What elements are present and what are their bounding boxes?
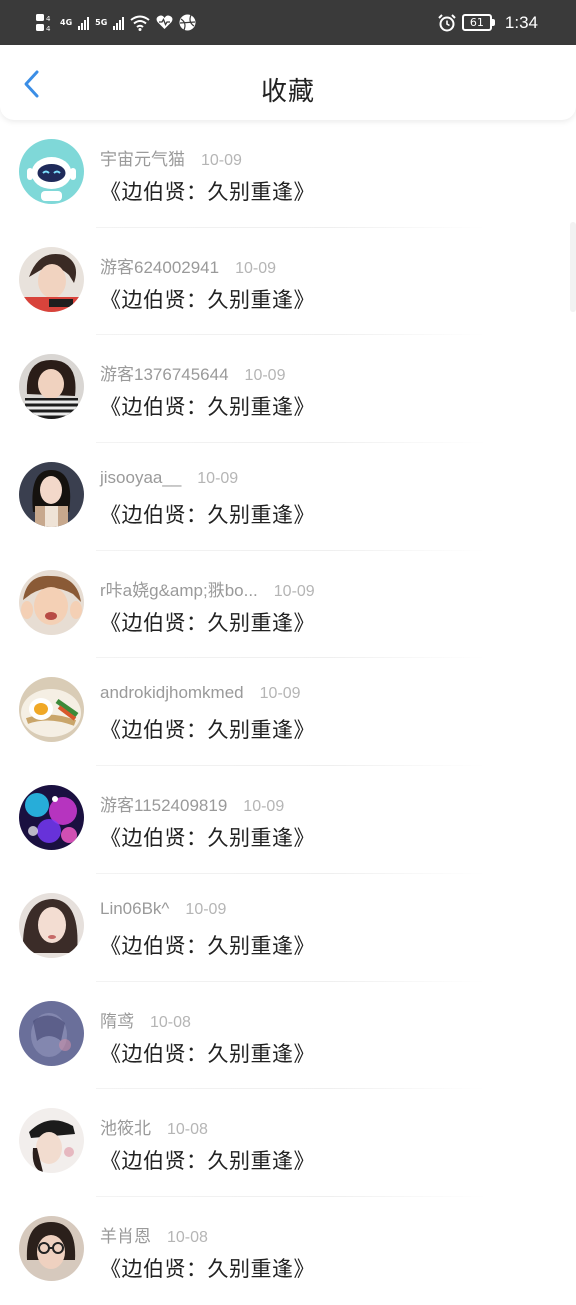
username[interactable]: 隋鸢: [100, 1007, 134, 1032]
username[interactable]: 池筱北: [100, 1114, 151, 1139]
work-title[interactable]: 《边伯贤：久别重逢》: [100, 714, 315, 744]
date: 10-09: [273, 582, 315, 600]
wifi-icon: [130, 15, 150, 31]
list-item[interactable]: 隋鸢 10-08 《边伯贤：久别重逢》: [0, 982, 576, 1090]
username[interactable]: r咔a娆g&amp;翐bo...: [100, 576, 258, 601]
portrait-avatar[interactable]: [19, 892, 84, 958]
date: 10-08: [167, 1228, 208, 1246]
username[interactable]: 游客1152409819: [100, 791, 227, 816]
item-meta: androkidjhomkmed 10-09: [100, 683, 301, 703]
item-meta: Lin06Bk^ 10-09: [100, 899, 226, 919]
date: 10-09: [197, 470, 239, 488]
heart-icon: [156, 15, 173, 29]
item-meta: 游客1376745644 10-09: [100, 360, 285, 385]
food-avatar[interactable]: [19, 677, 84, 743]
alarm-icon: [438, 13, 456, 31]
work-title[interactable]: 《边伯贤：久别重逢》: [100, 284, 315, 314]
work-title[interactable]: 《边伯贤：久别重逢》: [100, 1145, 315, 1175]
item-meta: 隋鸢 10-08: [100, 1007, 191, 1032]
battery-tip: [491, 19, 495, 26]
child-avatar[interactable]: [19, 569, 84, 635]
list-item[interactable]: Lin06Bk^ 10-09 《边伯贤：久别重逢》: [0, 874, 576, 982]
item-meta: 羊肖恩 10-08: [100, 1222, 208, 1247]
svg-text:4: 4: [46, 25, 51, 33]
list-item[interactable]: 游客1376745644 10-09 《边伯贤：久别重逢》: [0, 335, 576, 444]
list-item[interactable]: jisooyaa__ 10-09 《边伯贤：久别重逢》: [0, 443, 576, 551]
hat-avatar[interactable]: [19, 1108, 84, 1174]
list-item[interactable]: 池筱北 10-08 《边伯贤：久别重逢》: [0, 1089, 576, 1197]
list-item[interactable]: 游客1152409819 10-09 《边伯贤：久别重逢》: [0, 766, 576, 874]
signal-icon-2: [113, 16, 125, 30]
work-title[interactable]: 《边伯贤：久别重逢》: [100, 391, 315, 421]
work-title[interactable]: 《边伯贤：久别重逢》: [100, 607, 315, 637]
clock: 1:34: [504, 12, 538, 32]
work-title[interactable]: 《边伯贤：久别重逢》: [100, 822, 315, 852]
username[interactable]: 宇宙元气猫: [100, 145, 185, 170]
svg-text:4: 4: [46, 15, 51, 23]
battery-level: 61: [461, 14, 492, 31]
date: 10-08: [167, 1121, 208, 1139]
status-bar: 4 4 4G 5G 61 1:34: [0, 0, 576, 45]
username[interactable]: 游客624002941: [100, 253, 219, 278]
item-meta: r咔a娆g&amp;翐bo... 10-09: [100, 576, 315, 601]
glasses-avatar[interactable]: [19, 1215, 84, 1281]
date: 10-09: [201, 152, 242, 169]
list-item[interactable]: 羊肖恩 10-08 《边伯贤：久别重逢》: [0, 1197, 576, 1305]
username[interactable]: jisooyaa__: [100, 468, 181, 488]
status-left: 4 4 4G 5G: [36, 13, 196, 33]
work-title[interactable]: 《边伯贤：久别重逢》: [100, 1038, 315, 1068]
date: 10-09: [259, 685, 301, 703]
item-meta: jisooyaa__ 10-09: [100, 468, 238, 488]
work-title[interactable]: 《边伯贤：久别重逢》: [100, 499, 315, 529]
nav-header: 收藏: [0, 45, 576, 120]
username[interactable]: 游客1376745644: [100, 360, 229, 385]
date: 10-09: [235, 259, 277, 277]
status-right: 61 1:34: [438, 13, 538, 33]
list-item[interactable]: 游客624002941 10-09 《边伯贤：久别重逢》: [0, 228, 576, 336]
list-item[interactable]: r咔a娆g&amp;翐bo... 10-09 《边伯贤：久别重逢》: [0, 551, 576, 659]
network-type-1: 4G: [60, 17, 73, 27]
item-meta: 宇宙元气猫 10-09: [100, 145, 242, 170]
battery-icon: 61: [461, 14, 495, 31]
username[interactable]: androkidjhomkmed: [100, 683, 244, 703]
item-meta: 游客624002941 10-09: [100, 253, 276, 278]
favorites-list: 宇宙元气猫 10-09 《边伯贤：久别重逢》 游客624002941 10-09…: [0, 120, 576, 1305]
signal-icon: [78, 16, 90, 30]
work-title[interactable]: 《边伯贤：久别重逢》: [100, 1253, 315, 1283]
boy-avatar[interactable]: [19, 246, 84, 312]
username[interactable]: 羊肖恩: [100, 1222, 151, 1247]
sparkle-avatar[interactable]: [19, 785, 84, 851]
item-meta: 池筱北 10-08: [100, 1114, 208, 1139]
work-title[interactable]: 《边伯贤：久别重逢》: [100, 930, 315, 960]
hd-icon: 4 4: [36, 13, 51, 33]
item-meta: 游客1152409819 10-09: [100, 791, 284, 816]
list-item[interactable]: 宇宙元气猫 10-09 《边伯贤：久别重逢》: [0, 120, 576, 228]
date: 10-09: [244, 367, 286, 385]
username[interactable]: Lin06Bk^: [100, 899, 169, 919]
date: 10-09: [243, 798, 285, 816]
page-title: 收藏: [260, 77, 315, 107]
work-title[interactable]: 《边伯贤：久别重逢》: [100, 176, 315, 206]
woman-avatar[interactable]: [19, 462, 84, 528]
girl-avatar[interactable]: [19, 354, 84, 420]
art-avatar[interactable]: [19, 1000, 84, 1066]
robot-avatar[interactable]: [19, 139, 84, 204]
network-type-2: 5G: [95, 17, 108, 27]
basketball-icon: [179, 14, 196, 31]
date: 10-08: [150, 1013, 191, 1031]
list-item[interactable]: androkidjhomkmed 10-09 《边伯贤：久别重逢》: [0, 658, 576, 767]
date: 10-09: [185, 900, 227, 918]
